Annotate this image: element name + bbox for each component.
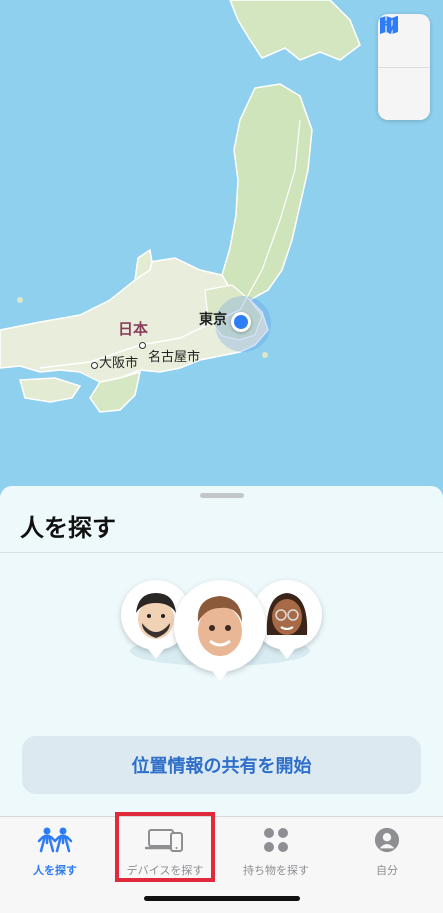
map-view[interactable]: 日本 東京 大阪市 名古屋市 [0,0,443,520]
people-icon [37,827,73,857]
tab-people[interactable]: 人を探す [0,817,110,887]
tab-label-people: 人を探す [33,864,77,877]
divider [0,552,443,553]
sheet-grabber[interactable] [200,493,244,498]
highlight-annotation-box [115,812,215,882]
items-grid-icon [261,827,291,857]
home-indicator [144,896,300,901]
tab-me[interactable]: 自分 [332,817,442,887]
city-label-nagoya: 名古屋市 [148,350,201,365]
person-circle-icon [373,827,401,857]
current-location-button[interactable] [378,16,430,120]
city-dot-osaka [91,362,98,369]
memoji-avatar-center [174,580,266,681]
start-sharing-location-button[interactable]: 位置情報の共有を開始 [22,736,421,794]
current-location-dot[interactable] [231,312,251,332]
tab-label-me: 自分 [376,864,398,877]
map-controls [378,14,430,120]
city-label-tokyo: 東京 [199,312,227,328]
city-label-osaka: 大阪市 [99,356,139,371]
memoji-man-smiling-icon [197,596,242,656]
tab-items[interactable]: 持ち物を探す [221,817,331,887]
sheet-title: 人を探す [20,514,116,542]
memoji-woman-glasses-icon [266,593,308,635]
tab-label-items: 持ち物を探す [243,864,309,877]
city-dot-nagoya [139,342,146,349]
people-sheet: 人を探す 位置情報の共有を開始 [0,486,443,816]
map-land [0,0,361,413]
country-label: 日本 [118,320,149,338]
